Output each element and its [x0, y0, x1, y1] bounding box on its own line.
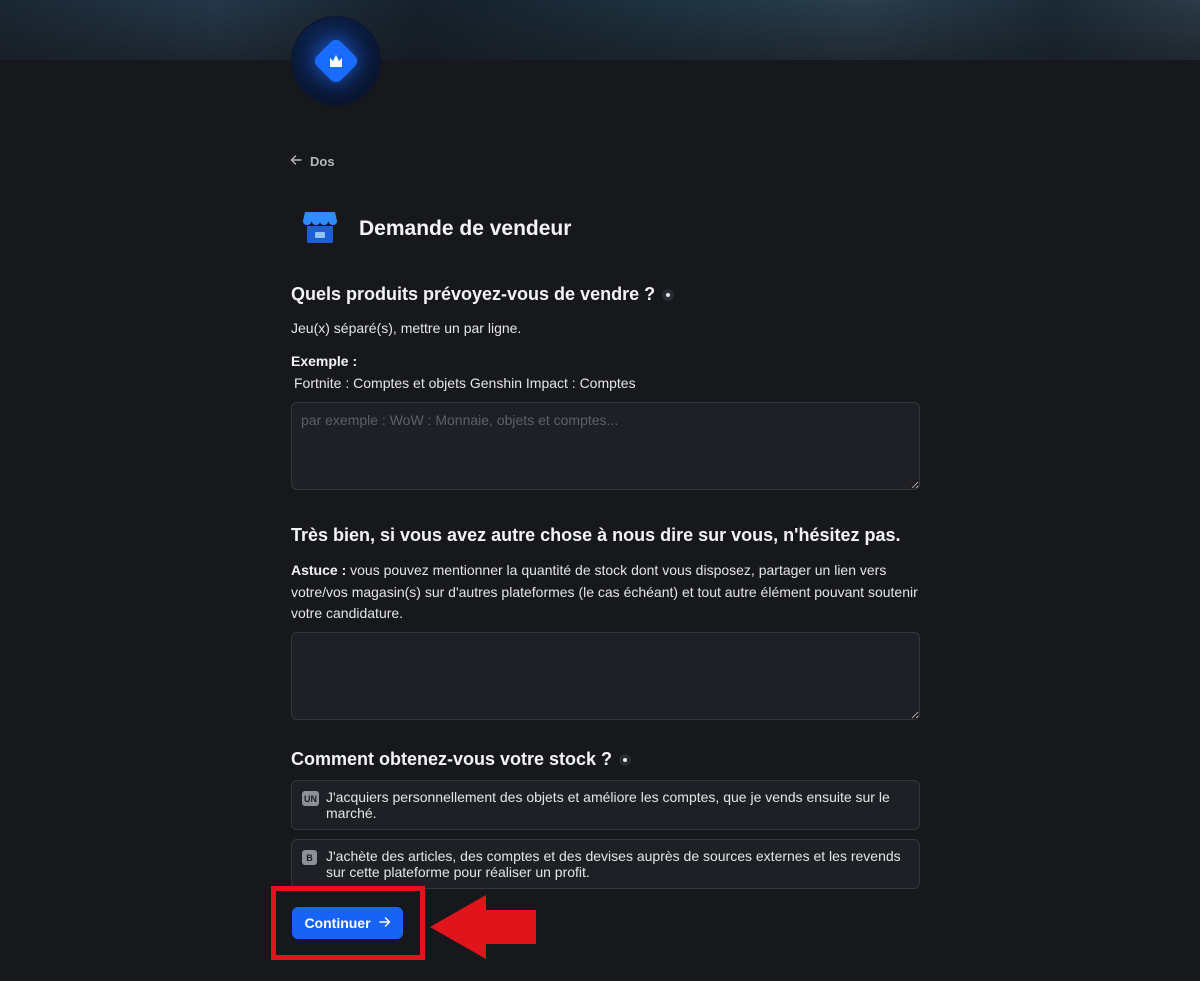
stock-option-b[interactable]: B J'achète des articles, des comptes et … [291, 839, 920, 889]
header-banner [0, 0, 1200, 60]
tip-text: vous pouvez mentionner la quantité de st… [291, 562, 918, 621]
required-dot-icon [662, 288, 675, 301]
page-header: Demande de vendeur [302, 208, 571, 249]
stock-question: Comment obtenez-vous votre stock ? [291, 749, 632, 770]
option-label: J'acquiers personnellement des objets et… [326, 789, 890, 821]
products-input[interactable] [291, 402, 920, 490]
products-question: Quels produits prévoyez-vous de vendre ? [291, 284, 675, 305]
store-icon [302, 208, 338, 249]
about-tip: Astuce : vous pouvez mentionner la quant… [291, 560, 920, 625]
required-dot-icon [619, 753, 632, 766]
example-label: Exemple : [291, 353, 358, 369]
option-key-badge: UN [302, 791, 319, 806]
pointer-arrow-icon [430, 895, 536, 959]
page-title: Demande de vendeur [359, 216, 572, 240]
example-text: Fortnite : Comptes et objets Genshin Imp… [294, 375, 636, 391]
stock-option-a[interactable]: UN J'acquiers personnellement des objets… [291, 780, 920, 830]
products-hint: Jeu(x) séparé(s), mettre un par ligne. [291, 320, 522, 336]
stock-question-label: Comment obtenez-vous votre stock ? [291, 749, 613, 769]
option-label: J'achète des articles, des comptes et de… [326, 848, 901, 880]
products-question-label: Quels produits prévoyez-vous de vendre ? [291, 284, 656, 304]
tip-label: Astuce : [291, 562, 347, 578]
back-link[interactable]: Dos [290, 154, 335, 169]
about-question-label: Très bien, si vous avez autre chose à no… [291, 525, 901, 545]
logo [291, 16, 381, 106]
back-label: Dos [310, 154, 335, 169]
about-question: Très bien, si vous avez autre chose à no… [291, 525, 901, 546]
back-arrow-icon [290, 154, 302, 169]
about-input[interactable] [291, 632, 920, 720]
logo-icon [311, 36, 361, 86]
highlight-box [271, 886, 425, 960]
option-key-badge: B [302, 850, 317, 865]
